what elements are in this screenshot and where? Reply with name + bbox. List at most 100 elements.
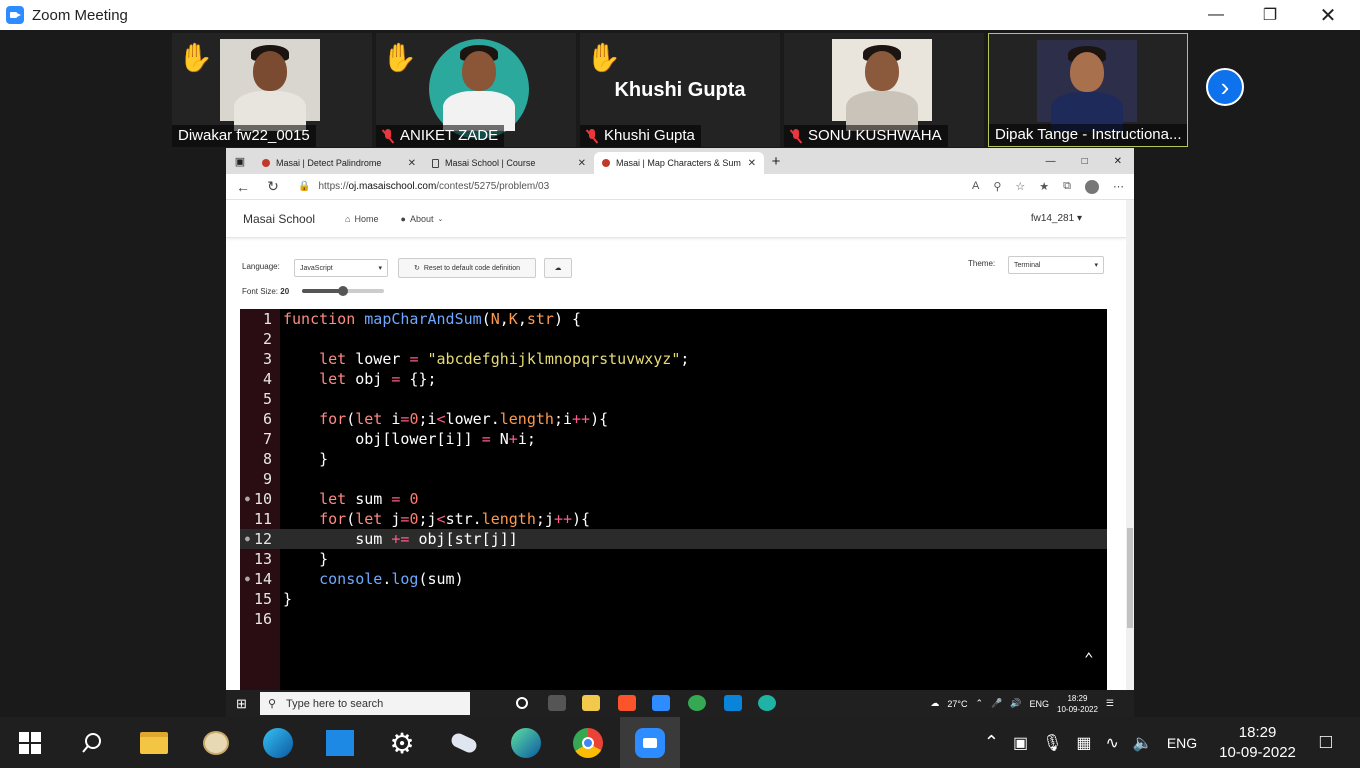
code-line[interactable]: 15} <box>240 589 1107 609</box>
code-line[interactable]: 9 <box>240 469 1107 489</box>
browser-tab[interactable]: Masai School | Course ✕ <box>424 152 594 174</box>
close-tab-icon[interactable]: ✕ <box>408 158 416 169</box>
zoom-icon[interactable]: ⚲ <box>993 180 1001 194</box>
minimize-button[interactable]: — <box>1046 156 1056 167</box>
web-page: Masai School ⌂ Home ● About ⌄ fw14_281 ▾ La… <box>226 200 1126 690</box>
snipping-tool-icon[interactable] <box>448 727 480 759</box>
mic-icon[interactable]: 🎤 <box>991 698 1002 709</box>
code-line[interactable]: 1 function mapCharAndSum(N,K,str) { <box>240 309 1107 329</box>
page-scrollbar[interactable] <box>1126 200 1134 690</box>
file-explorer-icon[interactable] <box>582 695 600 711</box>
mic-icon[interactable]: 🎙 <box>1042 733 1062 753</box>
clock[interactable]: 18:29 10-09-2022 <box>1219 723 1296 763</box>
wifi-icon[interactable]: ∿ <box>1106 733 1119 753</box>
notifications-icon[interactable]: □ <box>1320 731 1332 754</box>
back-button[interactable]: ← <box>232 179 254 195</box>
photos-icon[interactable] <box>324 727 356 759</box>
code-line[interactable]: ● 12 sum += obj[str[j]] <box>240 529 1107 549</box>
volume-icon[interactable]: 🔈 <box>1133 733 1153 753</box>
windows-start-icon[interactable]: ⊞ <box>236 696 247 712</box>
zoom-icon[interactable] <box>652 695 670 711</box>
code-line[interactable]: ● 14 console.log(sum) <box>240 569 1107 589</box>
maximize-button[interactable]: ❐ <box>1240 0 1300 30</box>
chrome-icon[interactable] <box>572 727 604 759</box>
tab-actions-icon[interactable]: ▣ <box>226 155 254 168</box>
code-line[interactable]: 4 let obj = {}; <box>240 369 1107 389</box>
code-line[interactable]: 16 <box>240 609 1107 629</box>
participant-tile[interactable]: ✋ Diwakar fw22_0015 <box>172 33 372 147</box>
code-line[interactable]: 7 obj[lower[i]] = N+i; <box>240 429 1107 449</box>
reset-code-button[interactable]: ↻ Reset to default code definition <box>398 258 536 278</box>
theme-select[interactable]: Terminal ▾ <box>1008 256 1104 274</box>
font-size-slider[interactable] <box>302 286 384 296</box>
shared-clock[interactable]: 18:29 10-09-2022 <box>1057 693 1098 715</box>
participant-tile[interactable]: ✋ ANIKET ZADE <box>376 33 576 147</box>
language-indicator[interactable]: ENG <box>1029 699 1049 709</box>
language-select[interactable]: JavaScript ▾ <box>294 259 388 277</box>
code-line[interactable]: 6 for(let i=0;i<lower.length;i++){ <box>240 409 1107 429</box>
close-tab-icon[interactable]: ✕ <box>748 158 756 169</box>
edge-icon[interactable] <box>262 727 294 759</box>
code-editor[interactable]: 1 function mapCharAndSum(N,K,str) {2 3 let… <box>240 309 1107 690</box>
vscode-icon[interactable] <box>724 695 742 711</box>
collections-icon[interactable]: ⧉ <box>1063 180 1071 194</box>
settings-icon[interactable]: ⚙ <box>386 727 418 759</box>
participant-tile[interactable]: ✋ Khushi Gupta Khushi Gupta <box>580 33 780 147</box>
url-field[interactable]: https://oj.masaischool.com/contest/5275/… <box>318 181 549 192</box>
code-line[interactable]: ● 10 let sum = 0 <box>240 489 1107 509</box>
chrome-icon[interactable] <box>688 695 706 711</box>
mic-muted-icon <box>586 129 598 143</box>
nav-about[interactable]: ● About ⌄ <box>401 214 444 224</box>
screen-share-icon[interactable]: ▦ <box>1076 733 1091 753</box>
new-tab-button[interactable]: + <box>764 153 788 170</box>
edge-dev-icon[interactable] <box>510 727 542 759</box>
code-line[interactable]: 3 let lower = "abcdefghijklmnopqrstuvwxy… <box>240 349 1107 369</box>
volume-icon[interactable]: 🔊 <box>1010 698 1021 709</box>
code-line[interactable]: 8 } <box>240 449 1107 469</box>
search-icon[interactable] <box>76 727 108 759</box>
code-line[interactable]: 5 <box>240 389 1107 409</box>
user-menu[interactable]: fw14_281 ▾ <box>1031 213 1082 224</box>
minimize-button[interactable]: — <box>1186 0 1246 30</box>
slider-handle[interactable] <box>338 286 348 296</box>
camera-icon[interactable]: ▣ <box>1013 733 1028 753</box>
cortana-icon[interactable] <box>516 697 528 709</box>
language-indicator[interactable]: ENG <box>1167 735 1197 751</box>
zoom-app-icon-active[interactable] <box>620 717 680 768</box>
tray-chevron-icon[interactable]: ⌃ <box>976 698 984 709</box>
browser-tab-active[interactable]: Masai | Map Characters & Sum ✕ <box>594 152 764 174</box>
taskbar-search[interactable]: ⚲ Type here to search <box>260 692 470 715</box>
close-button[interactable]: ✕ <box>1114 156 1122 167</box>
scroll-up-icon[interactable]: ⌃ <box>1084 649 1094 668</box>
code-line[interactable]: 11 for(let j=0;j<str.length;j++){ <box>240 509 1107 529</box>
nav-home[interactable]: ⌂ Home <box>345 214 378 224</box>
windows-start-icon[interactable] <box>14 727 46 759</box>
tray-chevron-icon[interactable]: ⌃ <box>984 732 999 753</box>
profile-avatar[interactable] <box>1085 179 1099 194</box>
next-participants-button[interactable]: › <box>1206 68 1244 106</box>
edge-icon[interactable] <box>758 695 776 711</box>
refresh-button[interactable]: ↻ <box>262 178 284 195</box>
participant-tile[interactable]: SONU KUSHWAHA <box>784 33 984 147</box>
line-number: 8 <box>262 450 272 468</box>
zoom-logo-icon <box>6 6 24 24</box>
close-button[interactable]: ✕ <box>1298 0 1358 30</box>
file-explorer-icon[interactable] <box>138 727 170 759</box>
more-menu-icon[interactable]: ⋯ <box>1113 180 1124 194</box>
paint-icon[interactable] <box>200 727 232 759</box>
notifications-icon[interactable]: ☰ <box>1106 698 1114 709</box>
code-line[interactable]: 2 <box>240 329 1107 349</box>
code-line[interactable]: 13 } <box>240 549 1107 569</box>
browser-tab[interactable]: Masai | Detect Palindrome ✕ <box>254 152 424 174</box>
upload-button[interactable]: ☁ <box>544 258 572 278</box>
participant-tile-active-speaker[interactable]: Dipak Tange - Instructiona... <box>988 33 1188 147</box>
favorites-icon[interactable]: ★ <box>1039 180 1049 194</box>
read-aloud-icon[interactable]: A <box>972 180 979 194</box>
line-number: 10 <box>253 490 272 508</box>
close-tab-icon[interactable]: ✕ <box>578 158 586 169</box>
brave-icon[interactable] <box>618 695 636 711</box>
task-view-icon[interactable] <box>548 695 566 711</box>
site-brand[interactable]: Masai School <box>243 212 315 226</box>
maximize-button[interactable]: □ <box>1082 156 1088 167</box>
add-favorite-icon[interactable]: ☆ <box>1015 180 1025 194</box>
